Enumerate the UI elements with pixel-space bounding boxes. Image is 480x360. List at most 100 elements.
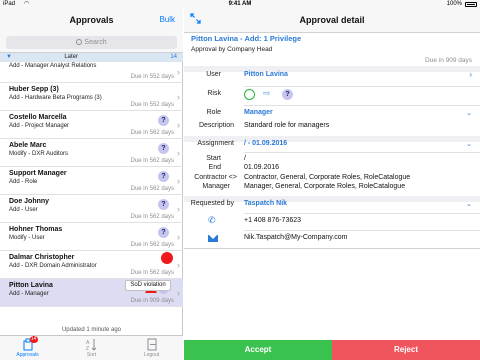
approval-due: Due in 909 days bbox=[425, 57, 472, 64]
tab-label: Logout bbox=[143, 352, 160, 358]
risk-low-icon bbox=[244, 89, 255, 100]
start-label: Start bbox=[206, 155, 221, 162]
chevron-right-icon: › bbox=[177, 67, 180, 77]
role-value: Manager bbox=[244, 109, 273, 116]
reject-button[interactable]: Reject bbox=[332, 340, 480, 360]
bulk-button[interactable]: Bulk bbox=[159, 15, 175, 24]
question-icon: ? bbox=[282, 89, 293, 100]
section-count: 14 bbox=[170, 54, 177, 60]
end-value: 01.09.2016 bbox=[244, 164, 280, 171]
divider bbox=[244, 105, 480, 106]
section-header-later[interactable]: ▼ Later 14 bbox=[0, 53, 183, 62]
detail-title: Approval detail bbox=[299, 15, 365, 25]
phone-row[interactable]: ✆ +1 408 876-73623 bbox=[184, 215, 480, 230]
assignment-label: Assignment bbox=[197, 140, 234, 147]
tab-bar: 14 Approvals AZ Sort Logout bbox=[0, 335, 183, 360]
chevron-right-icon: › bbox=[177, 176, 180, 186]
item-desc: Add - Hardware Beta Programs (3) bbox=[9, 95, 102, 101]
item-due: Due in 552 days bbox=[130, 102, 174, 108]
list-item[interactable]: Add - Manager Analyst Relations Due in 5… bbox=[0, 62, 183, 83]
item-name: Abele Marc bbox=[9, 142, 47, 149]
contractor-label: Contractor <> bbox=[194, 174, 237, 181]
list-item[interactable]: Doe Johnny Add - User ? Due in 562 days … bbox=[0, 195, 183, 223]
contractor-manager-row: Contractor <> Manager Contractor, Genera… bbox=[184, 174, 480, 194]
list-item[interactable]: Dalmar Christopher Add - DXR Domain Admi… bbox=[0, 251, 183, 279]
question-icon: ? bbox=[158, 227, 169, 238]
divider bbox=[244, 230, 480, 231]
role-row[interactable]: Role Manager ⌄ bbox=[184, 109, 480, 121]
requested-by-row[interactable]: Requested by Taspatch Nik ⌄ bbox=[184, 200, 480, 212]
description-row: Description Standard role for managers bbox=[184, 122, 480, 134]
chevron-right-icon: › bbox=[177, 92, 180, 102]
battery-icon bbox=[465, 2, 477, 7]
item-name: Hohner Thomas bbox=[9, 226, 63, 233]
item-name: Costello Marcella bbox=[9, 114, 67, 121]
item-due: Due in 552 days bbox=[130, 74, 174, 80]
chevron-right-icon: › bbox=[177, 204, 180, 214]
section-label: Later bbox=[64, 54, 78, 60]
chevron-right-icon: › bbox=[177, 232, 180, 242]
divider bbox=[244, 213, 480, 214]
item-desc: Add - Project Manager bbox=[9, 123, 70, 129]
chevron-down-icon: ⌄ bbox=[466, 110, 472, 117]
item-desc: Modify - User bbox=[9, 235, 45, 241]
chevron-right-icon: › bbox=[177, 120, 180, 130]
list-item[interactable]: Hohner Thomas Modify - User ? Due in 562… bbox=[0, 223, 183, 251]
detail-pane: Approval detail Pitton Lavina - Add: 1 P… bbox=[184, 9, 480, 360]
arrow-right-icon: ⇨ bbox=[263, 88, 271, 98]
end-label: End bbox=[208, 164, 221, 171]
item-due: Due in 562 days bbox=[130, 214, 174, 220]
search-input[interactable]: Search bbox=[6, 36, 177, 49]
question-icon: ? bbox=[158, 171, 169, 182]
risk-row: Risk ⇨ ? bbox=[184, 88, 480, 104]
tab-approvals[interactable]: 14 Approvals bbox=[5, 336, 50, 358]
role-label: Role bbox=[206, 109, 221, 116]
question-icon: ? bbox=[158, 199, 169, 210]
updated-label: Updated 1 minute ago bbox=[61, 327, 122, 333]
item-due: Due in 562 days bbox=[130, 270, 174, 276]
email-row[interactable]: Nik.Taspatch@My-Company.com bbox=[184, 233, 480, 247]
approvals-tab-icon: 14 bbox=[22, 336, 38, 351]
accept-button[interactable]: Accept bbox=[184, 340, 332, 360]
list-item[interactable]: Abele Marc Modify - DXR Auditors ? Due i… bbox=[0, 139, 183, 167]
detail-nav-bar: Approval detail bbox=[184, 9, 480, 33]
item-due: Due in 562 days bbox=[130, 186, 174, 192]
search-bar: Search bbox=[0, 33, 183, 53]
chevron-right-icon: › bbox=[469, 70, 472, 79]
tab-logout[interactable]: Logout bbox=[129, 338, 174, 358]
manager-value: Manager, General, Corporate Roles, RoleC… bbox=[244, 183, 406, 190]
chevron-down-icon: ⌄ bbox=[466, 141, 472, 148]
question-icon: ? bbox=[158, 143, 169, 154]
list-item[interactable]: Huber Sepp (3) Add - Hardware Beta Progr… bbox=[0, 83, 183, 111]
tab-sort[interactable]: AZ Sort bbox=[69, 338, 114, 358]
email-value: Nik.Taspatch@My-Company.com bbox=[244, 234, 348, 241]
divider bbox=[244, 152, 480, 153]
sod-violation-tooltip: SoD violation bbox=[125, 280, 171, 291]
contractor-value: Contractor, General, Corporate Roles, Ro… bbox=[244, 174, 411, 181]
search-icon bbox=[76, 39, 83, 45]
approvals-title: Approvals bbox=[69, 15, 114, 25]
requested-by-label: Requested by bbox=[190, 200, 234, 207]
divider bbox=[184, 248, 480, 249]
question-icon: ? bbox=[158, 115, 169, 126]
phone-value: +1 408 876-73623 bbox=[244, 217, 302, 224]
approvals-nav-bar: Approvals Bulk bbox=[0, 9, 183, 33]
manager-label: Manager bbox=[202, 183, 230, 190]
item-name: Huber Sepp (3) bbox=[9, 86, 59, 93]
tab-label: Sort bbox=[86, 352, 97, 358]
assignment-row[interactable]: Assignment / - 01.09.2016 ⌄ bbox=[184, 140, 480, 152]
item-due: Due in 562 days bbox=[130, 158, 174, 164]
user-row[interactable]: User Pitton Lavina › bbox=[184, 70, 480, 85]
svg-text:Z: Z bbox=[86, 346, 89, 351]
user-value: Pitton Lavina bbox=[244, 71, 288, 78]
list-item[interactable]: Costello Marcella Add - Project Manager … bbox=[0, 111, 183, 139]
list-item[interactable]: Support Manager Add - Role ? Due in 562 … bbox=[0, 167, 183, 195]
item-name: Doe Johnny bbox=[9, 198, 50, 205]
mail-icon bbox=[208, 235, 218, 242]
item-name: Pitton Lavina bbox=[9, 282, 53, 289]
assignment-value: / - 01.09.2016 bbox=[244, 140, 288, 147]
description-value: Standard role for managers bbox=[244, 122, 330, 129]
search-placeholder: Search bbox=[84, 39, 107, 46]
item-desc: Add - DXR Domain Administrator bbox=[9, 263, 97, 269]
chevron-right-icon: › bbox=[177, 148, 180, 158]
